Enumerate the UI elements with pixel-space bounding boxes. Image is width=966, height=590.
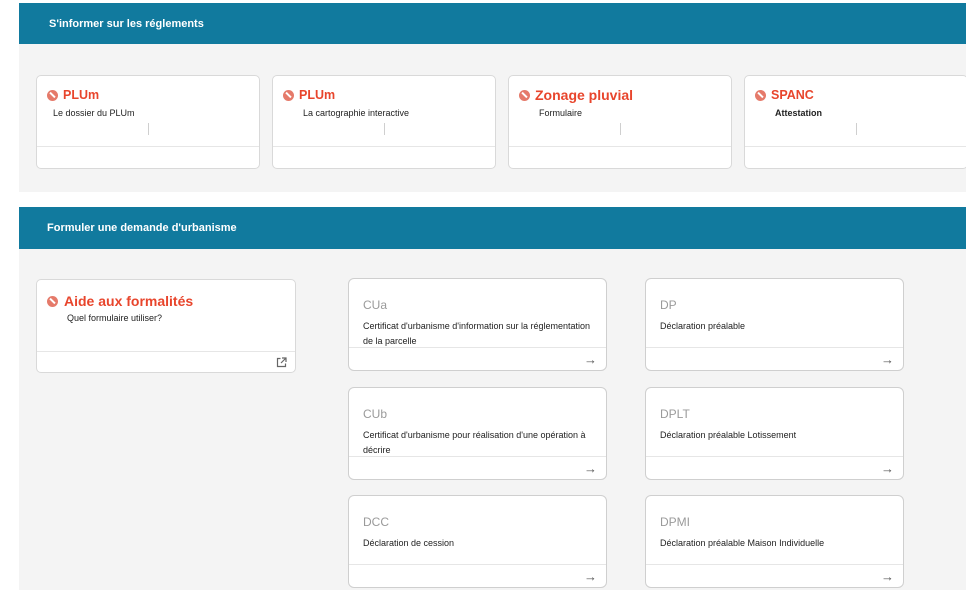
card-title: SPANC (755, 88, 814, 102)
card-plum-dossier[interactable]: PLUm Le dossier du PLUm (36, 75, 260, 169)
card-title: Zonage pluvial (519, 87, 633, 103)
no-entry-icon (519, 89, 530, 101)
text-cursor (148, 123, 149, 135)
arrow-right-icon[interactable]: → (881, 570, 894, 583)
section-title-demande: Formuler une demande d'urbanisme (19, 207, 966, 249)
card-subtitle: Quel formulaire utiliser? (67, 313, 163, 323)
card-zonage-pluvial[interactable]: Zonage pluvial Formulaire (508, 75, 732, 169)
arrow-right-icon[interactable]: → (881, 353, 894, 366)
card-footer (37, 351, 295, 372)
card-subtitle: La cartographie interactive (303, 108, 410, 118)
demande-urbanisme-section: Formuler une demande d'urbanisme Aide au… (19, 207, 966, 590)
text-cursor (620, 123, 621, 135)
card-plum-cartographie[interactable]: PLUm La cartographie interactive (272, 75, 496, 169)
card-form-cub[interactable]: CUb Certificat d'urbanisme pour réalisat… (348, 387, 607, 480)
form-description: Déclaration préalable Maison Individuell… (660, 538, 825, 548)
card-footer (37, 146, 259, 168)
reglements-section: S'informer sur les réglements PLUm Le do… (19, 3, 966, 192)
card-form-dp[interactable]: DP Déclaration préalable → (645, 278, 904, 371)
form-code: CUa (363, 298, 388, 312)
form-code: DP (660, 298, 677, 312)
form-description: Déclaration de cession (363, 538, 455, 548)
card-title-text: Aide aux formalités (64, 293, 194, 309)
card-title-text: PLUm (299, 88, 336, 102)
no-entry-icon (47, 89, 58, 101)
text-cursor (856, 123, 857, 135)
card-title: Aide aux formalités (47, 293, 193, 309)
form-code: DPMI (660, 515, 690, 529)
section-title-text: Formuler une demande d'urbanisme (47, 222, 237, 234)
card-footer (745, 146, 966, 168)
card-title: PLUm (47, 88, 99, 102)
card-spanc[interactable]: SPANC Attestation (744, 75, 966, 169)
card-footer: → (646, 347, 903, 370)
form-code: DCC (363, 515, 389, 529)
card-subtitle: Formulaire (539, 108, 583, 118)
card-subtitle: Le dossier du PLUm (53, 108, 135, 118)
card-form-dpmi[interactable]: DPMI Déclaration préalable Maison Indivi… (645, 495, 904, 588)
section-title-reglements: S'informer sur les réglements (19, 3, 966, 44)
card-footer: → (349, 456, 606, 479)
card-footer (509, 146, 731, 168)
section-title-text: S'informer sur les réglements (49, 17, 204, 30)
arrow-right-icon[interactable]: → (881, 462, 894, 475)
card-form-dplt[interactable]: DPLT Déclaration préalable Lotissement → (645, 387, 904, 480)
form-code: DPLT (660, 407, 690, 421)
form-description: Certificat d'urbanisme pour réalisation … (363, 430, 586, 455)
arrow-right-icon[interactable]: → (584, 353, 597, 366)
card-footer: → (349, 564, 606, 587)
no-entry-icon (47, 295, 58, 307)
form-description: Certificat d'urbanisme d'information sur… (363, 321, 591, 346)
card-title: PLUm (283, 88, 335, 102)
card-aide-formalites[interactable]: Aide aux formalités Quel formulaire util… (36, 279, 296, 373)
card-footer (273, 146, 495, 168)
form-description: Déclaration préalable Lotissement (660, 430, 797, 440)
card-subtitle: Attestation (775, 108, 822, 118)
card-form-cua[interactable]: CUa Certificat d'urbanisme d'information… (348, 278, 607, 371)
arrow-right-icon[interactable]: → (584, 570, 597, 583)
card-footer: → (349, 347, 606, 370)
no-entry-icon (283, 89, 294, 101)
card-title-text: PLUm (63, 88, 100, 102)
card-footer: → (646, 564, 903, 587)
card-form-dcc[interactable]: DCC Déclaration de cession → (348, 495, 607, 588)
form-description: Déclaration préalable (660, 321, 746, 331)
card-title-text: SPANC (771, 88, 814, 102)
card-title-text: Zonage pluvial (535, 87, 634, 103)
text-cursor (384, 123, 385, 135)
form-code: CUb (363, 407, 388, 421)
card-footer: → (646, 456, 903, 479)
external-link-icon[interactable] (276, 357, 287, 368)
no-entry-icon (755, 89, 766, 101)
arrow-right-icon[interactable]: → (584, 462, 597, 475)
